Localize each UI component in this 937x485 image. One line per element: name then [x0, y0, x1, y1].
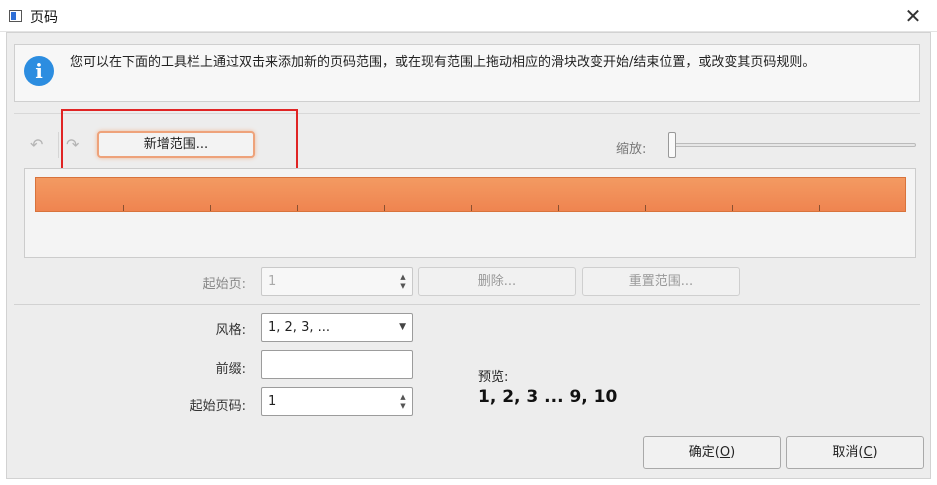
start-number-value: 1	[268, 394, 277, 409]
style-value: 1, 2, 3, ...	[268, 320, 331, 335]
ok-button[interactable]: 确定(O)	[643, 436, 781, 469]
spin-down-icon[interactable]: ▼	[398, 403, 408, 410]
ruler-tick	[558, 205, 559, 211]
preview-value: 1, 2, 3 ... 9, 10	[478, 387, 618, 407]
style-label: 风格:	[215, 323, 246, 338]
info-text: 您可以在下面的工具栏上通过双击来添加新的页码范围，或在现有范围上拖动相应的滑块改…	[70, 55, 816, 70]
ruler-tick	[384, 205, 385, 211]
app-window-icon	[9, 10, 22, 22]
reset-range-button[interactable]: 重置范围...	[582, 267, 740, 296]
ruler-tick	[819, 205, 820, 211]
spin-down-icon[interactable]: ▼	[398, 283, 408, 290]
highlight-annotation-box	[61, 109, 298, 174]
ruler-tick	[297, 205, 298, 211]
start-page-stepper[interactable]: 1 ▲ ▼	[261, 267, 413, 296]
ruler-tick	[732, 205, 733, 211]
spin-up-icon[interactable]: ▲	[398, 394, 408, 401]
start-page-label: 起始页:	[202, 277, 246, 292]
prefix-label: 前缀:	[215, 362, 246, 377]
ruler-tick	[645, 205, 646, 211]
ruler-tick	[210, 205, 211, 211]
zoom-slider-thumb[interactable]	[668, 132, 676, 158]
zoom-slider-track[interactable]	[672, 143, 916, 147]
page-range-bar[interactable]	[35, 177, 906, 212]
title-bar	[0, 0, 937, 32]
chevron-down-icon: ▼	[399, 322, 406, 332]
window-title: 页码	[30, 10, 58, 26]
style-select[interactable]: 1, 2, 3, ... ▼	[261, 313, 413, 342]
cancel-button[interactable]: 取消(C)	[786, 436, 924, 469]
info-icon: i	[24, 56, 54, 86]
divider	[14, 304, 920, 305]
start-page-value: 1	[268, 274, 277, 289]
undo-icon[interactable]: ↶	[30, 137, 50, 153]
zoom-label: 缩放:	[616, 142, 647, 157]
close-button[interactable]: ✕	[898, 2, 928, 30]
toolbar-separator	[58, 132, 59, 158]
start-number-stepper[interactable]: 1 ▲ ▼	[261, 387, 413, 416]
preview-label: 预览:	[478, 370, 509, 385]
delete-button[interactable]: 删除...	[418, 267, 576, 296]
prefix-input[interactable]	[261, 350, 413, 379]
start-number-label: 起始页码:	[189, 399, 246, 414]
ruler-tick	[471, 205, 472, 211]
spin-up-icon[interactable]: ▲	[398, 274, 408, 281]
ruler-tick	[123, 205, 124, 211]
